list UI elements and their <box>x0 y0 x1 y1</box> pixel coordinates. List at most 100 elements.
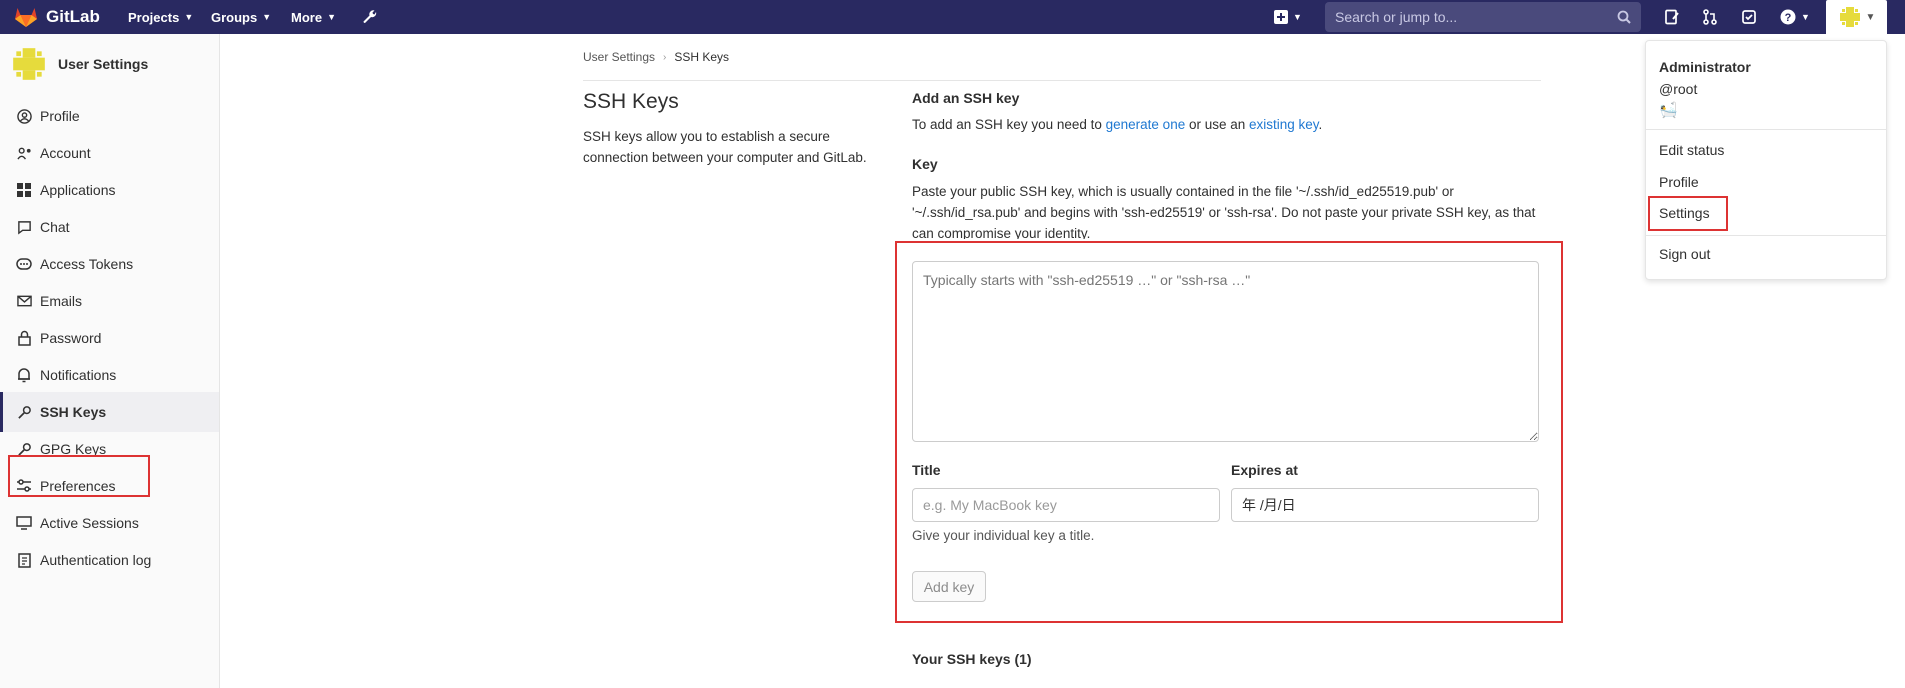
settings-sidebar: User Settings Profile Account Applicatio… <box>0 34 220 688</box>
add-ssh-key-heading: Add an SSH key <box>912 90 1020 106</box>
chat-icon <box>16 219 32 235</box>
sidebar-item-label: Applications <box>40 182 116 198</box>
nav-groups[interactable]: Groups ▼ <box>211 0 271 34</box>
log-icon <box>16 552 32 568</box>
sidebar-item-label: Chat <box>40 219 70 235</box>
breadcrumb: User Settings › SSH Keys <box>583 50 729 64</box>
chevron-down-icon: ▼ <box>1865 11 1876 23</box>
sidebar-item-authentication-log[interactable]: Authentication log <box>0 540 219 580</box>
user-menu-toggle[interactable]: ▼ <box>1826 0 1887 34</box>
sidebar-header[interactable]: User Settings <box>10 44 148 84</box>
breadcrumb-user-settings[interactable]: User Settings <box>583 50 655 64</box>
top-navbar: GitLab Projects ▼ Groups ▼ More ▼ ▼ Search … <box>0 0 1905 34</box>
chevron-down-icon: ▼ <box>262 12 272 22</box>
issues-icon <box>1665 9 1679 25</box>
sidebar-item-ssh-keys[interactable]: SSH Keys <box>0 392 219 432</box>
dropdown-divider <box>1646 235 1886 236</box>
nav-groups-label: Groups <box>211 9 258 25</box>
search-placeholder: Search or jump to... <box>1335 9 1458 25</box>
bell-icon <box>16 367 32 383</box>
chevron-down-icon: ▼ <box>184 12 194 22</box>
merge-requests-button[interactable] <box>1696 0 1724 34</box>
sidebar-item-active-sessions[interactable]: Active Sessions <box>0 503 219 543</box>
sign-out-item[interactable]: Sign out <box>1659 246 1710 262</box>
sidebar-item-label: Active Sessions <box>40 515 139 531</box>
nav-more-label: More <box>291 9 323 25</box>
chevron-down-icon: ▼ <box>1293 12 1302 22</box>
sidebar-item-label: Account <box>40 145 91 161</box>
user-avatar <box>13 48 45 80</box>
generate-one-link[interactable]: generate one <box>1106 117 1186 132</box>
sidebar-item-emails[interactable]: Emails <box>0 281 219 321</box>
applications-icon <box>16 182 32 198</box>
sidebar-item-label: Notifications <box>40 367 117 383</box>
plus-square-icon <box>1274 10 1289 24</box>
breadcrumb-current[interactable]: SSH Keys <box>674 50 729 64</box>
add-text-pre: To add an SSH key you need to <box>912 117 1106 132</box>
existing-key-link[interactable]: existing key <box>1249 117 1319 132</box>
sidebar-title: User Settings <box>58 56 149 72</box>
nav-more[interactable]: More ▼ <box>291 0 336 34</box>
todo-icon <box>1742 10 1756 24</box>
sidebar-item-password[interactable]: Password <box>0 318 219 358</box>
sidebar-item-profile[interactable]: Profile <box>0 96 219 136</box>
profile-icon <box>16 108 32 124</box>
highlight-box <box>895 241 1563 623</box>
status-emoji-icon: 🛀 <box>1659 102 1678 119</box>
highlight-box <box>1648 196 1728 231</box>
sidebar-item-label: Password <box>40 330 102 346</box>
chevron-down-icon: ▼ <box>1801 12 1810 22</box>
wrench-icon <box>363 10 377 24</box>
gitlab-logo-icon <box>15 8 37 27</box>
monitor-icon <box>16 515 32 531</box>
search-icon <box>1617 10 1631 24</box>
sidebar-item-account[interactable]: Account <box>0 133 219 173</box>
nav-projects[interactable]: Projects ▼ <box>128 0 193 34</box>
issues-button[interactable] <box>1658 0 1686 34</box>
svg-text:?: ? <box>1785 12 1792 24</box>
dropdown-username[interactable]: @root <box>1659 81 1697 97</box>
add-text-mid: or use an <box>1185 117 1250 132</box>
sidebar-item-chat[interactable]: Chat <box>0 207 219 247</box>
sidebar-item-notifications[interactable]: Notifications <box>0 355 219 395</box>
account-icon <box>16 145 32 161</box>
key-icon <box>16 404 32 420</box>
nav-projects-label: Projects <box>128 9 180 25</box>
sidebar-item-label: Access Tokens <box>40 256 134 272</box>
profile-item[interactable]: Profile <box>1659 174 1699 190</box>
admin-area-button[interactable] <box>356 0 384 34</box>
new-item-dropdown[interactable]: ▼ <box>1270 0 1306 34</box>
search-input[interactable]: Search or jump to... <box>1325 2 1641 32</box>
sidebar-item-label: Profile <box>40 108 80 124</box>
avatar <box>1839 7 1860 27</box>
sidebar-item-label: Emails <box>40 293 83 309</box>
user-dropdown-menu: Administrator @root 🛀 Edit status Profil… <box>1645 40 1887 280</box>
add-ssh-key-text: To add an SSH key you need to generate o… <box>912 117 1322 132</box>
your-ssh-keys-heading: Your SSH keys (1) <box>912 651 1032 667</box>
key-help-text: Paste your public SSH key, which is usua… <box>912 184 1536 239</box>
chevron-down-icon: ▼ <box>327 12 336 22</box>
todos-button[interactable] <box>1735 0 1763 34</box>
sidebar-item-applications[interactable]: Applications <box>0 170 219 210</box>
token-icon <box>16 256 32 272</box>
sidebar-item-label: Authentication log <box>40 552 152 568</box>
merge-request-icon <box>1703 9 1717 25</box>
edit-status-item[interactable]: Edit status <box>1659 142 1724 158</box>
page-title: SSH Keys <box>583 90 679 113</box>
page-description: SSH keys allow you to establish a secure… <box>583 129 867 165</box>
mail-icon <box>16 293 32 309</box>
highlight-box <box>8 455 150 497</box>
help-dropdown[interactable]: ? ▼ <box>1775 0 1815 34</box>
dropdown-user-name[interactable]: Administrator <box>1659 59 1751 75</box>
gitlab-home-link[interactable]: GitLab <box>14 0 100 34</box>
sidebar-item-label: SSH Keys <box>40 404 107 420</box>
dropdown-divider <box>1646 129 1886 130</box>
breadcrumb-divider <box>583 80 1541 81</box>
help-icon: ? <box>1780 9 1796 25</box>
lock-icon <box>16 330 32 346</box>
add-text-post: . <box>1318 117 1323 132</box>
brand-name: GitLab <box>46 7 100 26</box>
chevron-right-icon: › <box>663 51 667 63</box>
sidebar-item-access-tokens[interactable]: Access Tokens <box>0 244 219 284</box>
key-label: Key <box>912 156 938 172</box>
